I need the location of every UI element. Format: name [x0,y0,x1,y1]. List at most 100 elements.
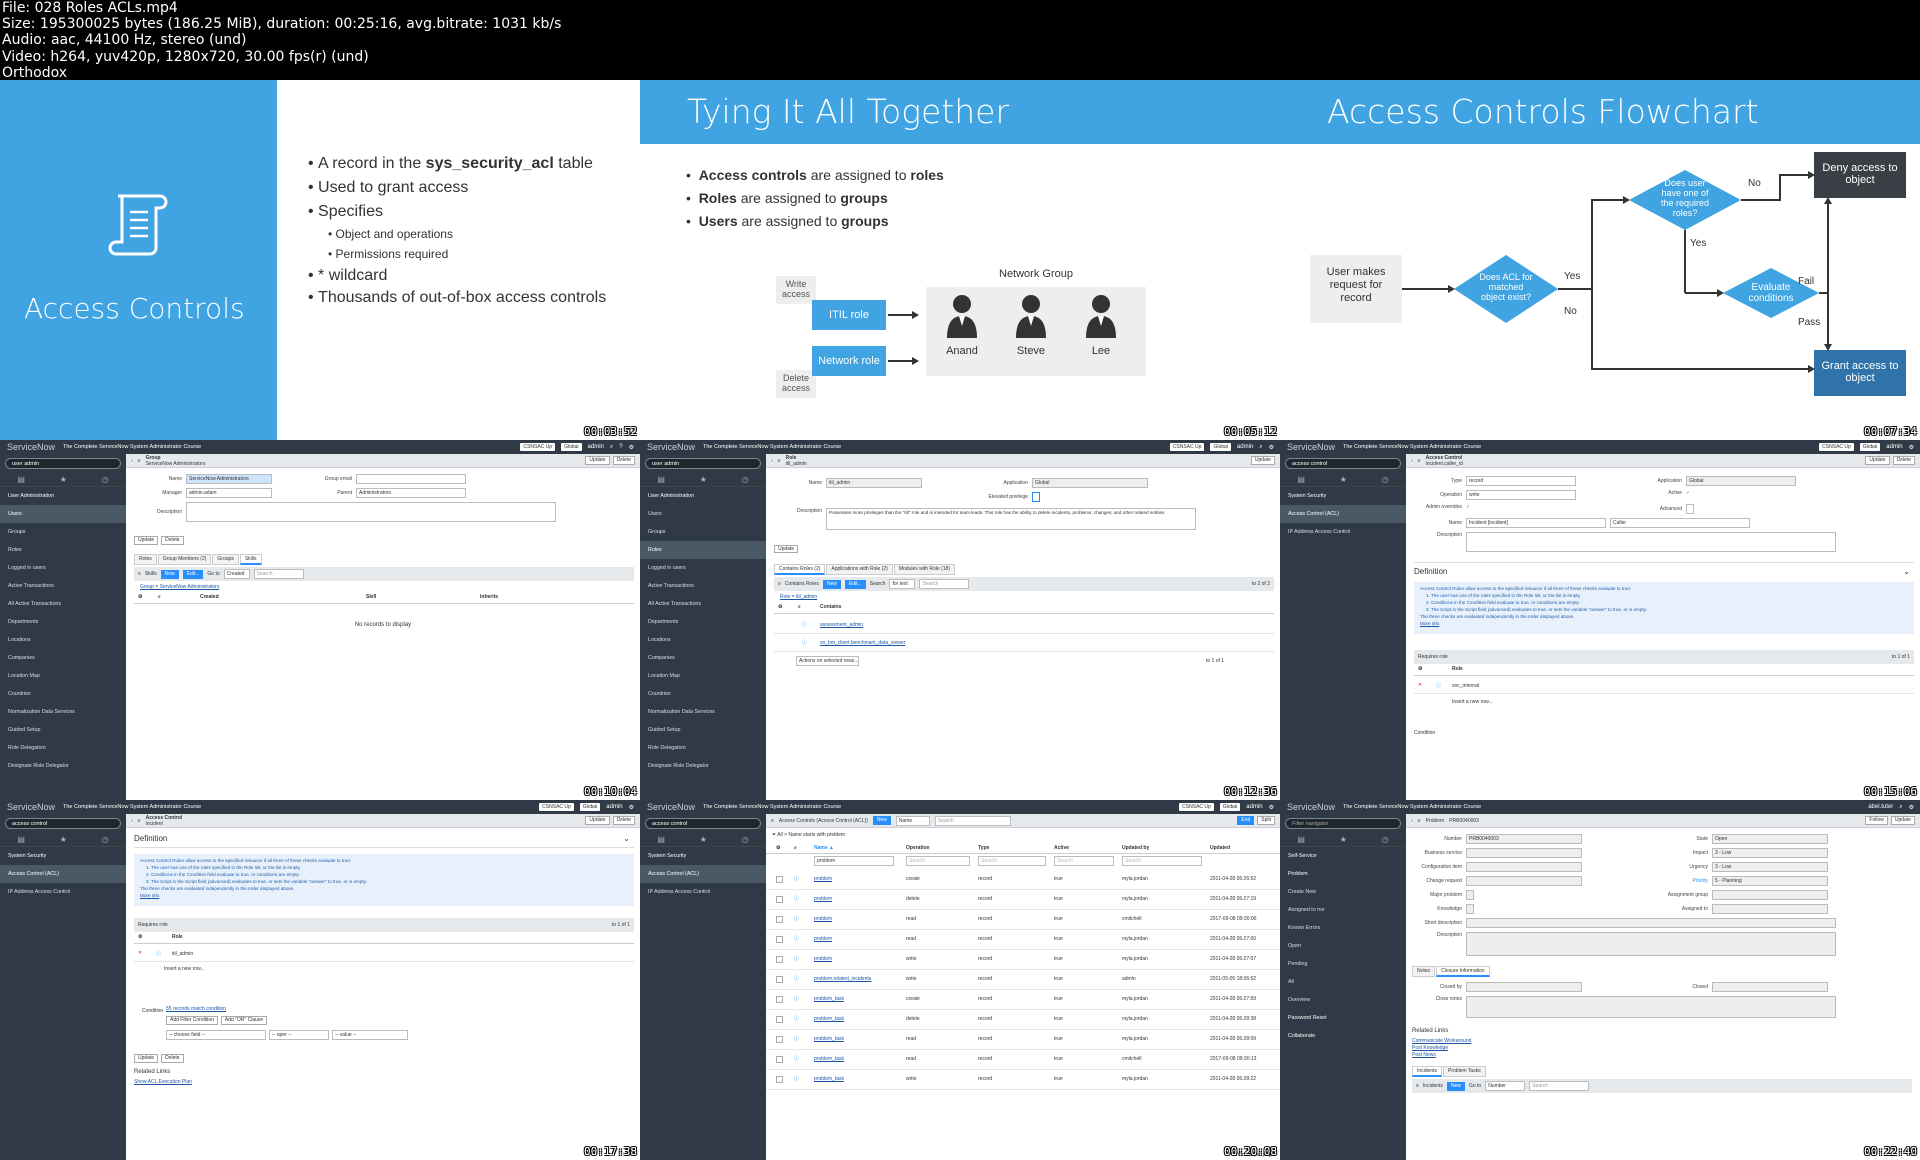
row-name-link[interactable]: problem.related_incidents [814,976,871,982]
table-row[interactable]: ⓘ assessment_admin [774,616,1274,634]
column-header[interactable]: Active [1054,845,1069,851]
nav-item[interactable]: IP Address Access Control [640,883,766,901]
name-field[interactable]: ServiceNow Administrators [186,474,272,484]
info-icon[interactable]: ⓘ [794,1075,799,1082]
nav-item[interactable]: IP Address Access Control [1280,523,1406,541]
knowledge-checkbox[interactable] [1466,904,1474,914]
nav-item[interactable]: System Security [0,847,126,865]
row-checkbox[interactable] [776,896,783,903]
info-icon[interactable]: ⓘ [1436,682,1441,689]
related-link[interactable]: Post News [1412,1052,1471,1059]
operation-select[interactable]: write [1466,490,1576,500]
table-row[interactable]: ⓘ problem_task read record true cmitchell 2017… [766,1050,1280,1070]
menu-icon[interactable]: ≡ [778,458,781,464]
new-button[interactable]: New [160,569,179,579]
column-header[interactable]: Role [1452,666,1463,672]
more-info-link[interactable]: More info [1420,620,1908,627]
row-checkbox[interactable] [776,976,783,983]
update-button[interactable]: Update [585,816,610,825]
chevron-down-icon[interactable]: ⌄ [1903,567,1910,576]
nav-item[interactable]: Access Control (ACL) [640,865,766,883]
follow-button[interactable]: Follow [1865,816,1888,825]
description-field[interactable] [186,502,556,522]
scope-picker[interactable]: CSNSAC Up [539,803,574,811]
row-checkbox[interactable] [776,916,783,923]
name-field[interactable]: itil_admin [826,478,922,488]
gear-icon[interactable]: ⚙ [629,804,634,811]
tab-group-members[interactable]: Group Members (2) [157,554,212,565]
info-icon[interactable]: ⓘ [156,950,161,957]
row-name-link[interactable]: problem_task [814,996,844,1002]
update-button[interactable]: Update [774,545,799,553]
new-button[interactable]: New [872,816,891,825]
nav-item[interactable]: Groups [640,523,766,541]
nav-item[interactable]: Known Errors [1280,919,1406,937]
actions-select[interactable]: Actions on selected rows... [796,656,860,666]
all-apps-icon[interactable]: ▤ [1297,835,1305,844]
nav-item[interactable]: Users [640,505,766,523]
table-row[interactable]: ⓘ problem delete record true myla.jordan 2011-… [766,890,1280,910]
gear-icon[interactable]: ⚙ [1418,666,1422,672]
search-input[interactable]: Search [934,815,1011,826]
remove-x-icon[interactable]: ✕ [1418,682,1422,688]
row-role[interactable]: snc_internal [1452,683,1479,689]
edit-button[interactable]: Edit... [844,579,866,589]
nav-item[interactable]: User Administration [640,487,766,505]
nav-item[interactable]: Companies [0,649,126,667]
related-link[interactable]: Post Knowledge [1412,1045,1471,1052]
nav-item[interactable]: Guided Setup [640,721,766,739]
gear-icon[interactable]: ⚙ [1269,444,1274,451]
menu-icon[interactable]: ≡ [1416,1083,1419,1089]
nav-item[interactable]: Active Transactions [640,577,766,595]
nav-item[interactable]: Location Map [0,667,126,685]
history-clock-icon[interactable]: ◷ [1382,835,1389,844]
filter-navigator-input[interactable]: user admin [645,458,761,469]
end-button[interactable]: End [1237,816,1255,825]
gear-icon[interactable]: ⚙ [776,845,780,851]
filter-navigator-input[interactable]: access control [5,818,121,829]
manager-field[interactable]: admin.adam [186,488,272,498]
chevron-down-icon[interactable]: ⌄ [623,834,630,843]
favorites-star-icon[interactable]: ★ [1340,835,1347,844]
history-clock-icon[interactable]: ◷ [102,475,109,484]
business-service-field[interactable] [1466,848,1582,858]
back-icon[interactable]: ‹ [1411,458,1413,464]
nav-item[interactable]: Guided Setup [0,721,126,739]
nav-item[interactable]: Role Delegation [0,739,126,757]
menu-icon[interactable]: ≡ [138,458,141,464]
info-icon[interactable]: ⓘ [794,935,799,942]
column-header[interactable]: Updated by [1122,845,1149,851]
show-acl-execution-plan-link[interactable]: Show ACL Execution Plan [134,1079,192,1085]
description-field[interactable]: Possesses more privileges than the "itil… [826,508,1196,530]
search-icon[interactable]: ⌕ [794,845,797,851]
row-checkbox[interactable] [776,1076,783,1083]
nav-item[interactable]: Countries [0,685,126,703]
edit-button[interactable]: Edit... [182,569,204,579]
table-row[interactable]: ⓘ problem.related_incidents write record tru… [766,970,1280,990]
close-notes-field[interactable] [1466,996,1836,1018]
delete-button[interactable]: Delete [612,816,635,825]
info-icon[interactable]: ⓘ [794,1055,799,1062]
section-definition[interactable]: Definition ⌄ [134,834,634,848]
history-clock-icon[interactable]: ◷ [742,475,749,484]
table-row[interactable]: ⓘ sn_bm_client.benchmark_data_viewer [774,634,1274,652]
gear-icon[interactable]: ⚙ [1909,444,1914,451]
insert-row[interactable]: Insert a new row... [1452,699,1493,705]
advanced-checkbox[interactable] [1686,504,1694,514]
column-header[interactable]: Type [978,845,989,851]
row-name-link[interactable]: problem_task [814,1056,844,1062]
name-search-input[interactable]: problem [814,856,894,866]
row-checkbox[interactable] [776,1036,783,1043]
favorites-star-icon[interactable]: ★ [700,835,707,844]
row-name-link[interactable]: problem_task [814,1076,844,1082]
domain-picker[interactable]: Global [1210,443,1231,451]
parent-field[interactable]: Administrators [356,488,466,498]
goto-select[interactable]: Created [223,569,250,579]
nav-item[interactable]: Departments [0,613,126,631]
breadcrumb[interactable]: Group = ServiceNow Administrators [140,584,219,590]
domain-picker[interactable]: Global [561,443,582,451]
nav-item[interactable]: User Administration [0,487,126,505]
breadcrumb-text[interactable]: All > Name starts with problem [777,832,845,838]
group-email-field[interactable] [356,474,466,484]
row-checkbox[interactable] [776,996,783,1003]
